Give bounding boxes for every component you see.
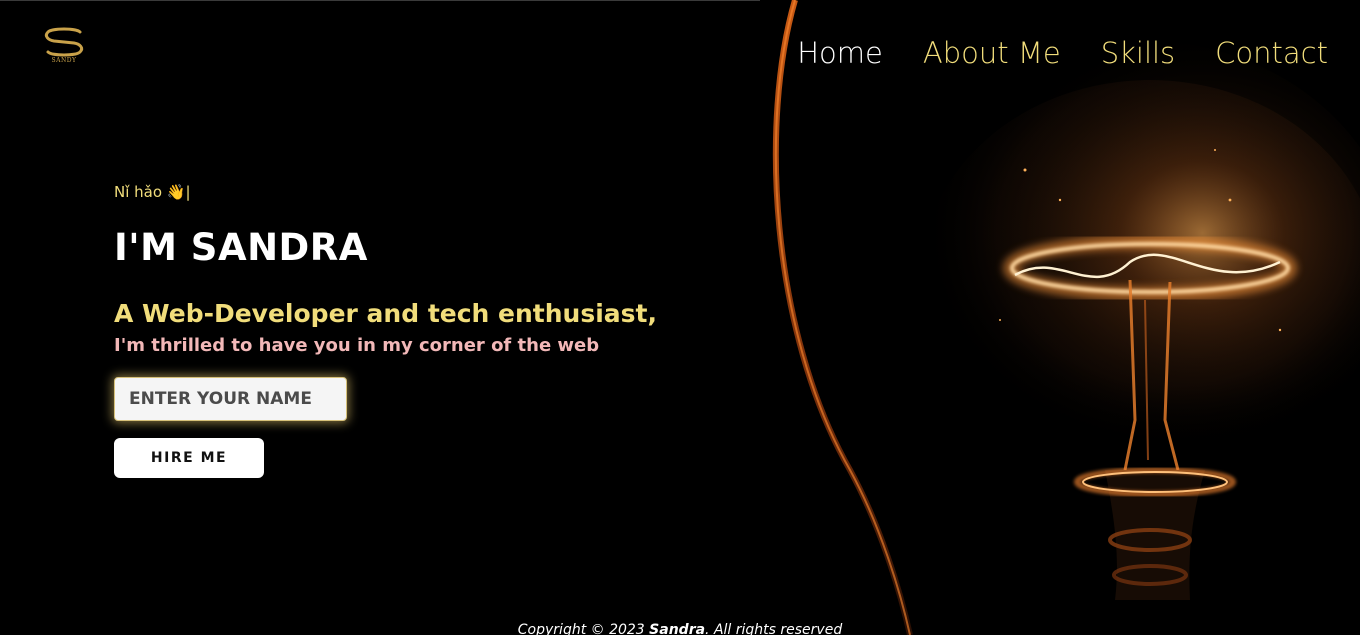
footer-copyright-prefix: Copyright © 2023	[517, 622, 650, 635]
greeting-line: Nǐ hǎo 👋|	[114, 180, 657, 204]
waving-hand-icon: 👋	[166, 183, 186, 201]
hero-tagline: I'm thrilled to have you in my corner of…	[114, 335, 600, 356]
hire-me-button[interactable]: HIRE ME	[114, 438, 264, 478]
main-nav: Home About Me Skills Contact	[797, 36, 1328, 70]
nav-item-contact[interactable]: Contact	[1215, 36, 1328, 70]
typing-cursor: |	[185, 183, 191, 201]
footer: Copyright © 2023 Sandra. All rights rese…	[0, 622, 1360, 635]
nav-item-skills[interactable]: Skills	[1101, 36, 1175, 70]
hero-section: Nǐ hǎo 👋| I'M SANDRA A Web-Developer and…	[114, 180, 657, 478]
logo-text: SANDY	[51, 57, 77, 64]
hero-subtitle: A Web-Developer and tech enthusiast,	[114, 299, 657, 328]
nav-item-about-me[interactable]: About Me	[923, 36, 1061, 70]
nav-item-home[interactable]: Home	[797, 36, 883, 70]
footer-author-name: Sandra	[649, 622, 706, 635]
name-input[interactable]	[114, 377, 347, 421]
s-monogram-logo-icon	[44, 27, 84, 57]
light-bulb-background-image	[760, 0, 1360, 635]
footer-copyright-suffix: . All rights reserved	[705, 622, 843, 635]
site-logo[interactable]: SANDY	[40, 26, 88, 70]
hero-title: I'M SANDRA	[114, 226, 368, 269]
greeting-text: Nǐ hǎo	[114, 183, 163, 201]
